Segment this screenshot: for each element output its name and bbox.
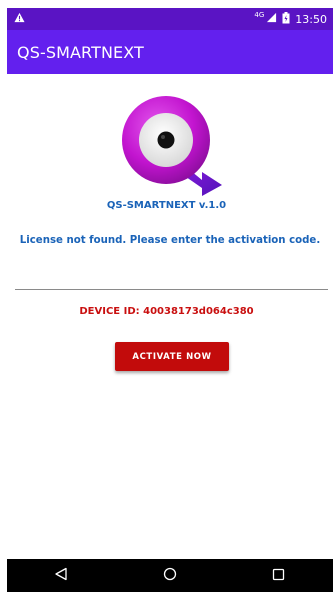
- activation-code-input[interactable]: [15, 262, 328, 290]
- app-version-text: QS-SMARTNEXT v.1.0: [106, 200, 227, 211]
- navigation-bar: [7, 559, 333, 592]
- qs-smartnext-logo-icon: [118, 92, 224, 198]
- signal-icon: [266, 12, 277, 26]
- recents-icon: [272, 566, 285, 585]
- back-button[interactable]: [47, 565, 75, 587]
- home-icon: [163, 566, 177, 585]
- network-type-label: 4G: [254, 11, 265, 19]
- activate-now-button[interactable]: ACTIVATE NOW: [115, 342, 229, 371]
- recents-button[interactable]: [265, 565, 293, 587]
- activation-screen: 4G 13:50 QS-SMARTNEXT QS-SMARTNEXT v.1.0…: [0, 0, 333, 592]
- clock: 13:50: [295, 12, 327, 26]
- device-id-label: DEVICE ID: 40038173d064c380: [79, 306, 254, 317]
- status-bar: 4G 13:50: [7, 8, 333, 30]
- app-bar: QS-SMARTNEXT: [7, 30, 333, 74]
- app-title: QS-SMARTNEXT: [17, 42, 144, 62]
- alert-icon: [14, 12, 25, 26]
- license-status-message: License not found. Please enter the acti…: [19, 235, 321, 246]
- home-button[interactable]: [156, 565, 184, 587]
- battery-icon: [282, 11, 290, 27]
- back-icon: [54, 566, 68, 585]
